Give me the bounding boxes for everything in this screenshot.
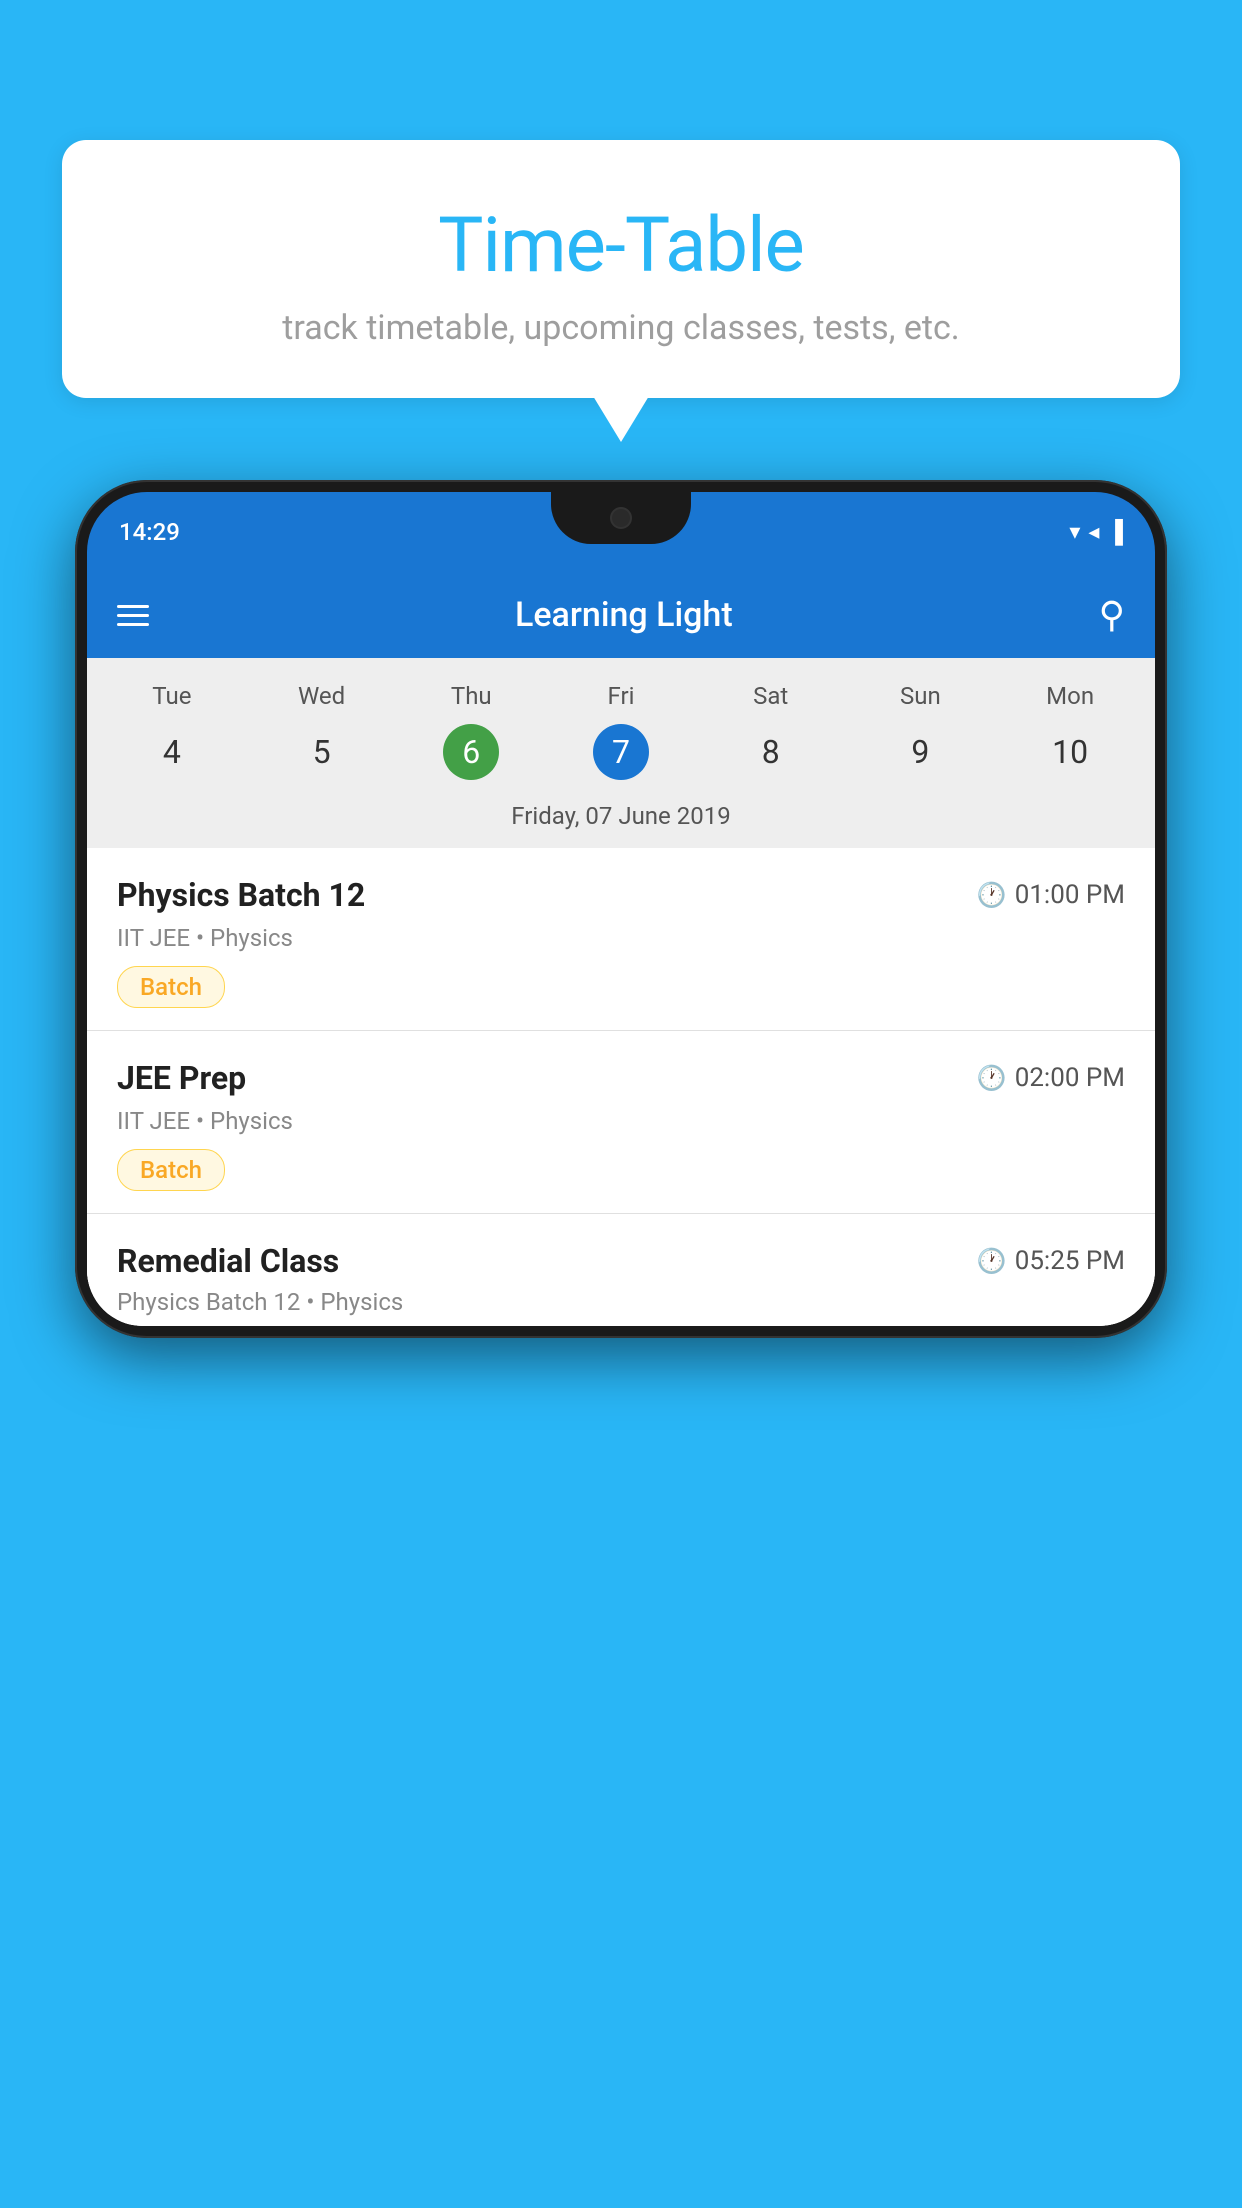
batch-badge-1: Batch bbox=[117, 966, 225, 1008]
day-4[interactable]: 4 bbox=[97, 725, 247, 779]
class-name-1: Physics Batch 12 bbox=[117, 876, 365, 914]
day-header-tue: Tue bbox=[97, 676, 247, 716]
day-9[interactable]: 9 bbox=[846, 725, 996, 779]
day-6-today[interactable]: 6 bbox=[443, 724, 499, 780]
class-name-3: Remedial Class bbox=[117, 1242, 339, 1280]
class-time-3: 🕐 05:25 PM bbox=[977, 1246, 1125, 1276]
app-title: Learning Light bbox=[149, 595, 1099, 635]
selected-date-label: Friday, 07 June 2019 bbox=[87, 792, 1155, 848]
day-headers: Tue Wed Thu Fri Sat Sun Mon bbox=[87, 676, 1155, 716]
class-item-3[interactable]: Remedial Class 🕐 05:25 PM Physics Batch … bbox=[87, 1214, 1155, 1326]
phone-screen: Learning Light ⚲ Tue Wed Thu Fri Sat Sun… bbox=[87, 572, 1155, 1326]
clock-icon-1: 🕐 bbox=[977, 881, 1007, 909]
speech-bubble: Time-Table track timetable, upcoming cla… bbox=[62, 140, 1180, 398]
status-bar: 14:29 ▾ ◂ ▐ bbox=[87, 492, 1155, 572]
clock-icon-3: 🕐 bbox=[977, 1247, 1007, 1275]
class-time-2: 🕐 02:00 PM bbox=[977, 1063, 1125, 1093]
menu-line-1 bbox=[117, 605, 149, 608]
class-item-2-top: JEE Prep 🕐 02:00 PM bbox=[117, 1059, 1125, 1097]
day-8[interactable]: 8 bbox=[696, 725, 846, 779]
bubble-title: Time-Table bbox=[102, 200, 1140, 290]
day-header-wed: Wed bbox=[247, 676, 397, 716]
status-icons: ▾ ◂ ▐ bbox=[1069, 519, 1123, 545]
phone-frame: 14:29 ▾ ◂ ▐ Learning Light ⚲ bbox=[75, 480, 1167, 1338]
speech-bubble-container: Time-Table track timetable, upcoming cla… bbox=[62, 140, 1180, 398]
day-header-fri: Fri bbox=[546, 676, 696, 716]
day-header-thu: Thu bbox=[396, 676, 546, 716]
wifi-icon: ▾ bbox=[1069, 520, 1080, 545]
signal-icon: ◂ bbox=[1088, 520, 1099, 545]
class-name-2: JEE Prep bbox=[117, 1059, 246, 1097]
app-header: Learning Light ⚲ bbox=[87, 572, 1155, 658]
class-meta-2: IIT JEE • Physics bbox=[117, 1107, 1125, 1135]
search-button[interactable]: ⚲ bbox=[1099, 594, 1125, 636]
day-7-selected[interactable]: 7 bbox=[593, 724, 649, 780]
day-5[interactable]: 5 bbox=[247, 725, 397, 779]
battery-icon: ▐ bbox=[1107, 519, 1123, 545]
day-header-sat: Sat bbox=[696, 676, 846, 716]
time-label-3: 05:25 PM bbox=[1015, 1246, 1125, 1276]
class-time-1: 🕐 01:00 PM bbox=[977, 880, 1125, 910]
menu-icon[interactable] bbox=[117, 605, 149, 626]
menu-line-3 bbox=[117, 623, 149, 626]
time-label-2: 02:00 PM bbox=[1015, 1063, 1125, 1093]
notch bbox=[551, 492, 691, 544]
day-10[interactable]: 10 bbox=[995, 725, 1145, 779]
day-header-mon: Mon bbox=[995, 676, 1145, 716]
menu-line-2 bbox=[117, 614, 149, 617]
status-time: 14:29 bbox=[119, 518, 180, 546]
class-meta-3: Physics Batch 12 • Physics bbox=[117, 1288, 1125, 1316]
clock-icon-2: 🕐 bbox=[977, 1064, 1007, 1092]
class-meta-1: IIT JEE • Physics bbox=[117, 924, 1125, 952]
class-item-3-top: Remedial Class 🕐 05:25 PM bbox=[117, 1242, 1125, 1280]
class-item-2[interactable]: JEE Prep 🕐 02:00 PM IIT JEE • Physics Ba… bbox=[87, 1031, 1155, 1214]
phone-frame-wrapper: 14:29 ▾ ◂ ▐ Learning Light ⚲ bbox=[75, 480, 1167, 1338]
time-label-1: 01:00 PM bbox=[1015, 880, 1125, 910]
class-list: Physics Batch 12 🕐 01:00 PM IIT JEE • Ph… bbox=[87, 848, 1155, 1326]
bubble-subtitle: track timetable, upcoming classes, tests… bbox=[102, 308, 1140, 348]
calendar-strip: Tue Wed Thu Fri Sat Sun Mon 4 5 6 7 8 9 … bbox=[87, 658, 1155, 848]
camera bbox=[610, 507, 632, 529]
day-numbers: 4 5 6 7 8 9 10 bbox=[87, 716, 1155, 792]
class-item-1[interactable]: Physics Batch 12 🕐 01:00 PM IIT JEE • Ph… bbox=[87, 848, 1155, 1031]
day-header-sun: Sun bbox=[846, 676, 996, 716]
class-item-1-top: Physics Batch 12 🕐 01:00 PM bbox=[117, 876, 1125, 914]
batch-badge-2: Batch bbox=[117, 1149, 225, 1191]
